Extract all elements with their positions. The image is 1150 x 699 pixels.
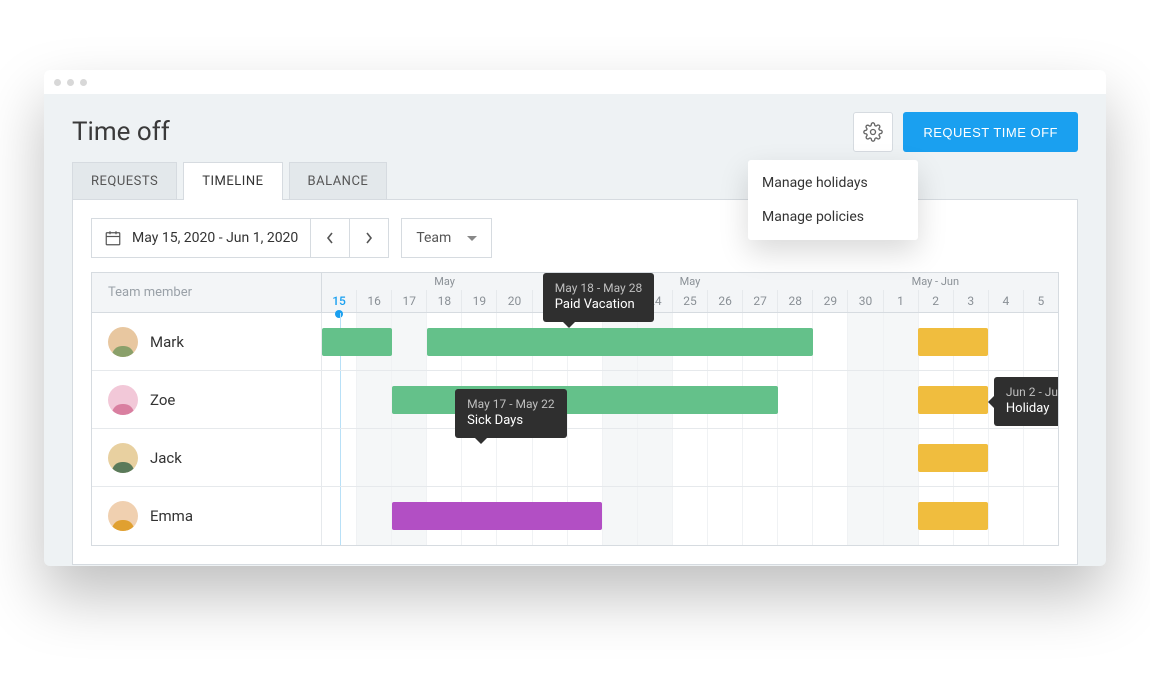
chevron-down-icon (467, 236, 477, 241)
timeline-row: Mark May 18 - May 28Paid Vacation (92, 313, 1058, 371)
row-days: May 18 - May 28Paid Vacation (322, 313, 1058, 370)
month-label: May (434, 275, 455, 288)
timeline-toolbar: May 15, 2020 - Jun 1, 2020 Team (73, 200, 1077, 272)
member-cell: Zoe (92, 371, 322, 428)
timeline-grid: Team member May May May - Jun 1516171819… (91, 272, 1059, 546)
tooltip-label: Holiday (1006, 401, 1059, 416)
day-header-cell: 27 (742, 290, 777, 312)
calendar-icon (104, 229, 122, 247)
today-line (340, 487, 341, 545)
grouping-select-value: Team (416, 230, 451, 246)
date-range-text: May 15, 2020 - Jun 1, 2020 (132, 230, 298, 246)
member-name: Zoe (150, 391, 175, 409)
tab-balance[interactable]: BALANCE (289, 162, 388, 200)
window-titlebar (44, 70, 1106, 94)
day-header-cell: 25 (672, 290, 707, 312)
date-range-picker[interactable]: May 15, 2020 - Jun 1, 2020 (91, 218, 311, 258)
today-line (340, 371, 341, 428)
timeline-bar[interactable] (392, 386, 778, 414)
prev-range-button[interactable] (310, 218, 350, 258)
next-range-button[interactable] (349, 218, 389, 258)
day-header-cell: 1 (883, 290, 918, 312)
avatar (108, 327, 138, 357)
timeline-bar[interactable] (392, 502, 602, 530)
day-header-cell: 18 (426, 290, 461, 312)
page-title: Time off (72, 117, 170, 147)
chevron-left-icon (325, 231, 335, 245)
day-header-cell: 17 (391, 290, 426, 312)
timeline-bar[interactable] (918, 328, 988, 356)
traffic-light-close[interactable] (54, 79, 61, 86)
timeline-panel: May 15, 2020 - Jun 1, 2020 Team Team mem… (72, 199, 1078, 565)
day-header-cell: 28 (777, 290, 812, 312)
month-label: May - Jun (912, 275, 959, 288)
member-cell: Emma (92, 487, 322, 545)
row-days: Jun 2 - Jun 3 Holiday (322, 371, 1058, 428)
timeline-row: Emma (92, 487, 1058, 545)
timeline-row: Jack May 17 - May 22Sick Days (92, 429, 1058, 487)
tooltip-date: May 17 - May 22 (467, 397, 554, 411)
day-header-cell: 16 (356, 290, 391, 312)
menu-item-manage-policies[interactable]: Manage policies (748, 200, 918, 234)
day-header-cell: 29 (812, 290, 847, 312)
tab-requests[interactable]: REQUESTS (72, 162, 177, 200)
tab-timeline[interactable]: TIMELINE (183, 162, 282, 200)
member-name: Jack (150, 449, 182, 467)
day-header-cell: 3 (953, 290, 988, 312)
tooltip-date: May 18 - May 28 (555, 281, 642, 295)
settings-button[interactable] (853, 112, 893, 152)
request-time-off-button[interactable]: REQUEST TIME OFF (903, 112, 1078, 152)
avatar (108, 385, 138, 415)
timeline-rows: Mark May 18 - May 28Paid Vacation Zoe Jun 2… (92, 313, 1058, 545)
month-labels: May May May - Jun (322, 273, 1058, 287)
page-header: Time off REQUEST TIME OFF Manage holiday… (44, 94, 1106, 162)
chevron-right-icon (364, 231, 374, 245)
day-header-cell: 2 (918, 290, 953, 312)
timeline-row: Zoe Jun 2 - Jun 3 Holiday (92, 371, 1058, 429)
timeline-bar[interactable] (918, 502, 988, 530)
header-actions: REQUEST TIME OFF Manage holidays Manage … (853, 112, 1078, 152)
grouping-select[interactable]: Team (401, 218, 492, 258)
member-cell: Jack (92, 429, 322, 486)
tooltip-label: Paid Vacation (555, 297, 642, 312)
member-header: Team member (92, 273, 322, 312)
traffic-light-max[interactable] (80, 79, 87, 86)
avatar (108, 443, 138, 473)
tooltip: May 18 - May 28 Paid Vacation (543, 273, 654, 322)
tooltip: May 17 - May 22 Sick Days (455, 389, 566, 438)
row-days: May 17 - May 22Sick Days (322, 429, 1058, 486)
day-header-cell: 30 (847, 290, 882, 312)
timeline-bar[interactable] (427, 328, 813, 356)
tab-bar: REQUESTS TIMELINE BALANCE (44, 162, 1106, 200)
tooltip-date: Jun 2 - Jun 3 (1006, 385, 1059, 399)
menu-item-manage-holidays[interactable]: Manage holidays (748, 166, 918, 200)
traffic-light-min[interactable] (67, 79, 74, 86)
app-window: Time off REQUEST TIME OFF Manage holiday… (44, 70, 1106, 566)
tooltip-label: Sick Days (467, 413, 554, 428)
timeline-bar[interactable] (322, 328, 392, 356)
day-header-cell: 5 (1023, 290, 1058, 312)
today-line (340, 429, 341, 486)
member-name: Mark (150, 333, 184, 351)
row-days (322, 487, 1058, 545)
timeline-bar[interactable] (918, 386, 988, 414)
gear-icon (863, 122, 883, 142)
days-header: May May May - Jun 1516171819202122232425… (322, 273, 1058, 312)
day-header-cell: 15 (322, 290, 356, 312)
tooltip: Jun 2 - Jun 3 Holiday (994, 377, 1059, 426)
month-label: May (680, 275, 701, 288)
timeline-bar[interactable] (918, 444, 988, 472)
day-header-cell: 19 (461, 290, 496, 312)
member-cell: Mark (92, 313, 322, 370)
avatar (108, 501, 138, 531)
day-header-cell: 20 (496, 290, 531, 312)
day-header-cell: 4 (988, 290, 1023, 312)
member-name: Emma (150, 507, 193, 525)
day-header-cell: 26 (707, 290, 742, 312)
settings-dropdown: Manage holidays Manage policies (748, 160, 918, 240)
